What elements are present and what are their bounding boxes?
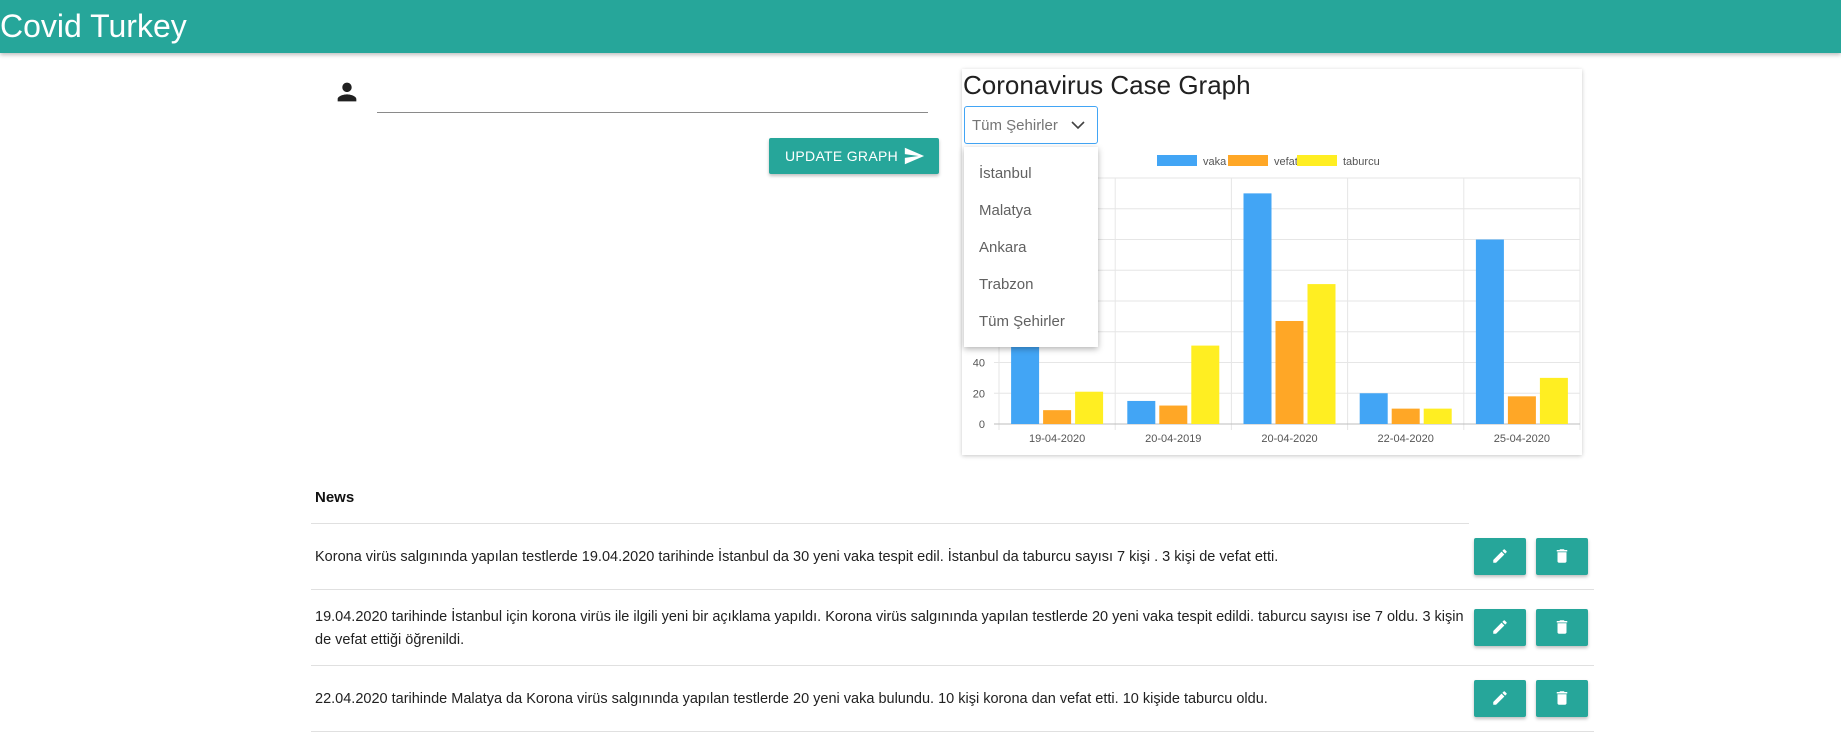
bar-vefat [1507,396,1536,424]
city-select[interactable]: Tüm Şehirler [964,106,1098,144]
city-option-trabzon[interactable]: Trabzon [979,276,1033,293]
legend-label-vefat: vefat [1274,156,1298,168]
legend-swatch-vaka [1157,155,1197,166]
city-select-value: Tüm Şehirler [972,117,1058,134]
news-input[interactable] [377,76,928,113]
trash-icon [1556,549,1568,563]
city-option-ankara[interactable]: Ankara [979,239,1027,256]
x-tick-label: 19-04-2020 [1029,433,1085,445]
bar-vefat [1043,410,1072,424]
news-item-text: 22.04.2020 tarihinde Malatya da Korona v… [315,691,1268,707]
divider [311,523,1469,524]
update-graph-button[interactable]: UPDATE GRAPH [769,138,939,174]
divider [311,665,1594,666]
bar-taburcu [1191,345,1220,424]
bar-taburcu [1075,391,1104,424]
legend-swatch-taburcu [1297,155,1337,166]
edit-button[interactable] [1474,538,1526,575]
x-tick-label: 20-04-2019 [1145,433,1201,445]
news-item-text: Korona virüs salgınında yapılan testlerd… [315,549,1279,565]
bar-vaka [1359,393,1388,424]
x-tick-label: 22-04-2020 [1378,433,1434,445]
legend-swatch-vefat [1228,155,1268,166]
trash-icon [1556,620,1568,634]
pencil-icon [1493,620,1507,634]
pencil-icon [1493,549,1507,563]
legend-label-vaka: vaka [1203,156,1227,168]
chevron-down-icon [1071,121,1085,130]
bar-vefat [1275,320,1304,424]
bar-vefat [1159,405,1188,424]
y-tick-label: 40 [973,358,985,370]
bar-taburcu [1307,284,1336,424]
city-option-istanbul[interactable]: İstanbul [979,165,1032,182]
bar-vefat [1391,408,1420,424]
update-graph-label: UPDATE GRAPH [785,148,899,164]
news-heading: News [315,489,355,506]
y-tick-label: 20 [973,388,985,400]
city-option-malatya[interactable]: Malatya [979,202,1032,219]
city-option-all[interactable]: Tüm Şehirler [979,313,1065,330]
delete-button[interactable] [1536,609,1588,646]
chart-title: Coronavirus Case Graph [963,70,1251,100]
bar-vaka [1475,239,1504,424]
edit-button[interactable] [1474,680,1526,717]
news-item-text: 19.04.2020 tarihinde İstanbul için koron… [315,609,1464,648]
bar-taburcu [1423,408,1452,424]
delete-button[interactable] [1536,538,1588,575]
pencil-icon [1493,691,1507,705]
person-icon [337,82,357,102]
edit-button[interactable] [1474,609,1526,646]
app-bar: Covid Turkey [0,0,1841,53]
app-title: Covid Turkey [0,8,187,44]
bar-vaka [1127,400,1156,424]
y-tick-label: 0 [979,419,985,431]
trash-icon [1556,691,1568,705]
bar-taburcu [1539,377,1568,424]
divider [311,731,1594,732]
city-dropdown-menu: İstanbul Malatya Ankara Trabzon Tüm Şehi… [964,147,1098,347]
delete-button[interactable] [1536,680,1588,717]
x-tick-label: 20-04-2020 [1261,433,1317,445]
divider [311,589,1594,590]
x-tick-label: 25-04-2020 [1494,433,1550,445]
legend-label-taburcu: taburcu [1343,156,1380,168]
bar-vaka [1243,193,1272,424]
send-icon [904,147,925,165]
